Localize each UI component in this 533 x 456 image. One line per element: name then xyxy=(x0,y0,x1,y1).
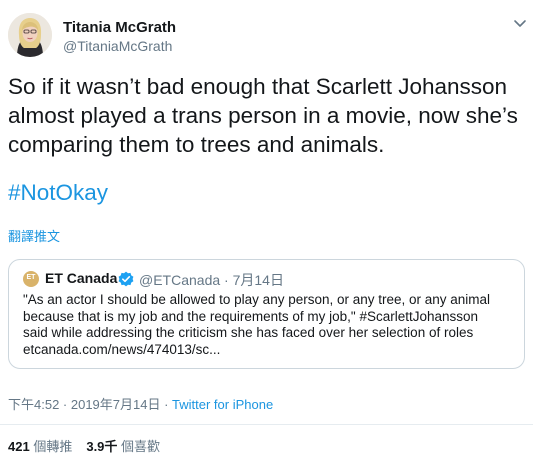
quoted-text-line: etcanada.com/news/474013/sc... xyxy=(23,341,221,357)
quoted-avatar: ET xyxy=(23,271,39,287)
quoted-text-line: because that is my job and the requireme… xyxy=(23,308,479,324)
quoted-text-line: said while addressing the criticism she … xyxy=(23,325,474,340)
divider xyxy=(0,424,533,425)
translate-tweet-link[interactable]: 翻譯推文 xyxy=(8,226,60,245)
chevron-down-icon[interactable] xyxy=(512,15,528,31)
quoted-author-name: ET Canada xyxy=(45,270,118,286)
author-name[interactable]: Titania McGrath xyxy=(63,19,176,36)
tweet-card: Titania McGrath @TitaniaMcGrath So if it… xyxy=(0,0,533,456)
retweets-label: 個轉推 xyxy=(33,439,73,454)
timestamp[interactable]: 下午4:52 · 2019年7月14日 · xyxy=(8,397,172,412)
retweets-count: 421 xyxy=(8,439,30,454)
avatar[interactable] xyxy=(8,13,52,57)
quoted-tweet[interactable]: ET ET Canada @ETCanada · 7月14日 "As an ac… xyxy=(8,259,525,369)
quoted-avatar-text: ET xyxy=(26,274,36,281)
verified-badge-icon xyxy=(118,271,134,287)
author-handle[interactable]: @TitaniaMcGrath xyxy=(63,38,172,54)
retweets-stat[interactable]: 421 個轉推 xyxy=(8,439,72,454)
tweet-text: So if it wasn’t bad enough that Scarlett… xyxy=(8,74,518,157)
likes-stat[interactable]: 3.9千 個喜歡 xyxy=(86,439,160,454)
source-link[interactable]: Twitter for iPhone xyxy=(172,397,273,412)
tweet-meta: 下午4:52 · 2019年7月14日 · Twitter for iPhone xyxy=(8,394,273,413)
likes-label: 個喜歡 xyxy=(121,439,161,454)
hashtag-link[interactable]: #NotOkay xyxy=(8,180,108,206)
likes-count: 3.9千 xyxy=(86,439,118,454)
quoted-text-line: "As an actor I should be allowed to play… xyxy=(23,292,491,307)
tweet-stats: 421 個轉推 3.9千 個喜歡 xyxy=(8,436,160,455)
quoted-handle-date: @ETCanada · 7月14日 xyxy=(139,272,284,288)
quoted-tweet-text: "As an actor I should be allowed to play… xyxy=(23,292,518,358)
